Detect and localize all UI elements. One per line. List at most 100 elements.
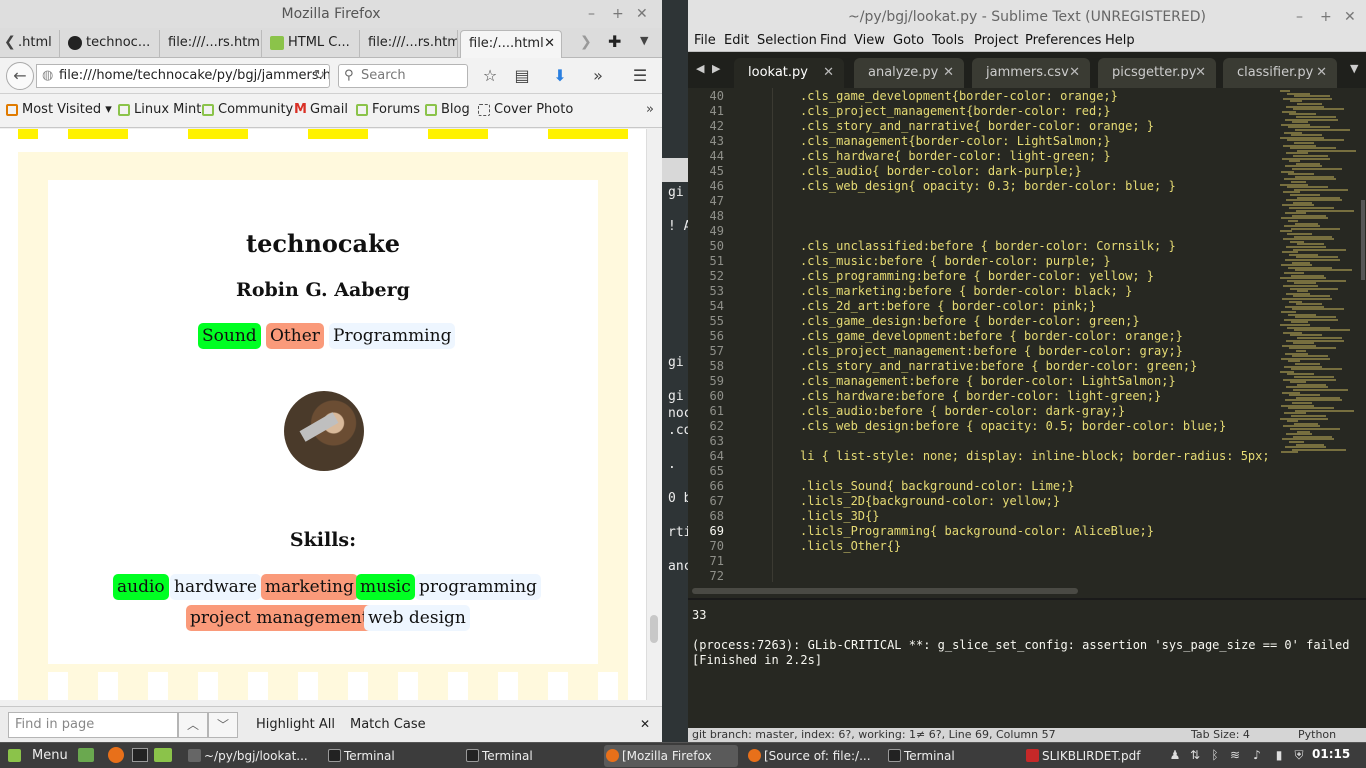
back-button[interactable]: ←: [6, 62, 34, 90]
editor-tab-analyze[interactable]: analyze.py ✕: [854, 58, 964, 88]
bookmarks-overflow-icon[interactable]: »: [646, 102, 654, 117]
bookmark-most-visited[interactable]: Most Visited ▾: [6, 102, 112, 117]
task-pdf[interactable]: SLIKBLIRDET.pdf: [1024, 745, 1156, 767]
firefox-titlebar: Mozilla Firefox – + ✕: [0, 0, 662, 28]
minimap-line: [1293, 248, 1346, 251]
menu-preferences[interactable]: Preferences: [1025, 32, 1101, 50]
tab-list-icon[interactable]: ▼: [640, 34, 648, 47]
avatar: [284, 391, 364, 471]
update-shield-icon[interactable]: ⛨: [1292, 748, 1306, 762]
tab-size-indicator[interactable]: Tab Size: 4: [1191, 728, 1250, 742]
minimap[interactable]: [1278, 88, 1360, 582]
editor-tab-picsgetter[interactable]: picsgetter.py ✕: [1098, 58, 1216, 88]
menu-help[interactable]: Help: [1105, 32, 1135, 50]
task-terminal-3[interactable]: Terminal: [886, 745, 1018, 767]
url-bar[interactable]: ◍ file:///home/technocake/py/bgj/jammers…: [36, 64, 330, 88]
find-input[interactable]: Find in page: [8, 712, 178, 738]
minimize-icon[interactable]: –: [1296, 0, 1303, 34]
syntax-indicator[interactable]: Python: [1298, 728, 1336, 742]
editor-tab-jammers[interactable]: jammers.csv ✕: [972, 58, 1090, 88]
tab-close-icon[interactable]: ✕: [1195, 58, 1206, 88]
menu-goto[interactable]: Goto: [893, 32, 924, 50]
page-scroll-thumb[interactable]: [650, 615, 658, 643]
minimize-icon[interactable]: –: [588, 0, 595, 28]
task-sublime[interactable]: ~/py/bgj/lookat...: [186, 745, 318, 767]
tab-close-icon[interactable]: ✕: [1316, 58, 1327, 88]
minimap-line: [1295, 129, 1350, 131]
menu-find[interactable]: Find: [820, 32, 847, 50]
tab-label: technoc...: [86, 35, 151, 50]
firefox-launcher-icon[interactable]: [108, 747, 124, 763]
download-icon[interactable]: ⬇: [548, 64, 572, 88]
tab-1[interactable]: .html: [14, 30, 60, 58]
clock[interactable]: 01:15: [1312, 747, 1350, 761]
bookmark-gmail[interactable]: M Gmail: [294, 102, 348, 117]
tab-scroll-right-icon[interactable]: ❯: [580, 34, 592, 50]
new-tab-icon[interactable]: ✚: [608, 32, 621, 51]
mint-icon: [118, 104, 130, 116]
tab-close-icon[interactable]: ✕: [544, 31, 555, 57]
line-number: 49: [709, 224, 724, 238]
editor-vertical-scrollbar[interactable]: [1360, 88, 1366, 582]
tab-active[interactable]: file:/....html ✕: [460, 30, 562, 58]
menu-edit[interactable]: Edit: [724, 32, 749, 50]
user-icon[interactable]: ♟: [1168, 748, 1182, 762]
close-icon[interactable]: ✕: [636, 0, 648, 28]
overflow-icon[interactable]: »: [586, 64, 610, 88]
volume-icon[interactable]: ♪: [1250, 748, 1264, 762]
terminal-launcher-icon[interactable]: [132, 748, 148, 762]
bookmark-forums[interactable]: Forums: [356, 102, 420, 117]
bookmark-star-icon[interactable]: ☆: [478, 64, 502, 88]
tab-list-icon[interactable]: ▼: [1350, 62, 1358, 75]
tab-3[interactable]: file:///...rs.html: [162, 30, 262, 58]
tab-close-icon[interactable]: ✕: [823, 58, 834, 88]
highlight-all-button[interactable]: Highlight All: [256, 717, 335, 732]
editor-tab-lookat[interactable]: lookat.py ✕: [734, 58, 844, 88]
task-terminal-2[interactable]: Terminal: [464, 745, 596, 767]
reading-list-icon[interactable]: ▤: [510, 64, 534, 88]
start-menu-button[interactable]: Menu: [4, 745, 68, 767]
find-close-icon[interactable]: ✕: [640, 717, 650, 731]
maximize-icon[interactable]: +: [612, 0, 624, 28]
code-line: .cls_audio:before { border-color: dark-g…: [800, 404, 1126, 418]
task-firefox[interactable]: [Mozilla Firefox: [604, 745, 738, 767]
files-launcher-icon[interactable]: [154, 748, 172, 762]
menu-file[interactable]: File: [694, 32, 716, 50]
tab-prev-icon[interactable]: ◀: [696, 62, 704, 75]
code-editor[interactable]: .cls_game_development{border-color: oran…: [742, 88, 1278, 582]
match-case-button[interactable]: Match Case: [350, 717, 426, 732]
menu-project[interactable]: Project: [974, 32, 1018, 50]
bookmark-linux-mint[interactable]: Linux Mint: [118, 102, 201, 117]
search-input[interactable]: ⚲ Search: [338, 64, 468, 88]
task-source[interactable]: [Source of: file:/...: [746, 745, 878, 767]
tab-next-icon[interactable]: ▶: [712, 62, 720, 75]
network-icon[interactable]: ⇅: [1188, 748, 1202, 762]
tab-4[interactable]: HTML C...: [264, 30, 360, 58]
reload-icon[interactable]: ↻: [314, 65, 325, 87]
menu-selection[interactable]: Selection: [757, 32, 817, 50]
scroll-thumb[interactable]: [692, 588, 1078, 594]
find-previous-button[interactable]: ︿: [178, 712, 208, 738]
tab-2[interactable]: technoc...: [62, 30, 160, 58]
tab-close-icon[interactable]: ✕: [1069, 58, 1080, 88]
wifi-icon[interactable]: ≋: [1228, 748, 1242, 762]
hamburger-menu-icon[interactable]: ☰: [628, 64, 652, 88]
editor-horizontal-scrollbar[interactable]: [688, 584, 1366, 598]
bookmark-cover-photo[interactable]: Cover Photo: [478, 102, 573, 117]
task-terminal-1[interactable]: Terminal: [326, 745, 458, 767]
editor-tab-classifier[interactable]: classifier.py ✕: [1223, 58, 1337, 88]
menu-tools[interactable]: Tools: [932, 32, 964, 50]
tab-5[interactable]: file:///...rs.html: [362, 30, 458, 58]
maximize-icon[interactable]: +: [1320, 0, 1332, 34]
bookmark-blog[interactable]: Blog: [425, 102, 470, 117]
tab-close-icon[interactable]: ✕: [943, 58, 954, 88]
find-next-button[interactable]: ﹀: [208, 712, 238, 738]
status-git-info: git branch: master, index: 6?, working: …: [692, 728, 1056, 741]
battery-icon[interactable]: ▮: [1272, 748, 1286, 762]
bluetooth-icon[interactable]: ᛒ: [1208, 748, 1222, 762]
menu-view[interactable]: View: [854, 32, 885, 50]
scroll-thumb[interactable]: [1361, 200, 1365, 280]
bookmark-community[interactable]: Community: [202, 102, 293, 117]
show-desktop-icon[interactable]: [78, 748, 94, 762]
close-icon[interactable]: ✕: [1344, 0, 1356, 34]
